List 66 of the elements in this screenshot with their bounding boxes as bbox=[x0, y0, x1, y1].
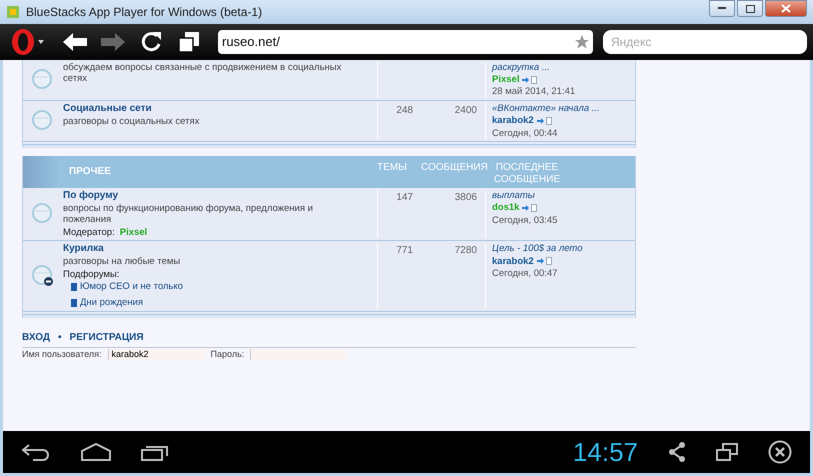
bookmark-star-icon[interactable] bbox=[575, 34, 589, 49]
post-count: 2400 bbox=[454, 104, 477, 116]
share-button[interactable] bbox=[668, 442, 686, 462]
go-to-post-icon[interactable] bbox=[536, 257, 553, 266]
column-heading: СООБЩЕНИЯ bbox=[421, 160, 485, 173]
app-logo-icon bbox=[6, 4, 20, 19]
forum-title-link[interactable]: По форуму bbox=[63, 190, 363, 202]
minimize-button[interactable] bbox=[709, 0, 735, 17]
maximize-icon bbox=[746, 4, 754, 12]
last-post-date: 28 май 2014, 21:41 bbox=[492, 86, 576, 98]
minimize-icon bbox=[718, 7, 726, 10]
separator-dot: • bbox=[58, 332, 62, 343]
password-field[interactable] bbox=[250, 348, 348, 360]
login-link[interactable]: ВХОД bbox=[22, 332, 50, 343]
go-to-post-icon[interactable] bbox=[522, 76, 538, 84]
last-post-author-link[interactable]: karabok2 bbox=[492, 256, 534, 267]
subforum-link[interactable]: Юмор СЕО и не только bbox=[80, 280, 183, 292]
clock-time: 14:57 bbox=[572, 436, 638, 468]
caret-icon bbox=[38, 40, 44, 44]
last-post-topic-link[interactable]: раскрутка ... bbox=[492, 62, 602, 73]
topic-count: 147 bbox=[396, 192, 413, 203]
go-to-post-icon[interactable] bbox=[522, 204, 538, 212]
category-title: ПРОЧЕЕ bbox=[68, 166, 112, 178]
last-post-topic-link[interactable]: Цель - 100$ за лето bbox=[492, 243, 602, 255]
moderator-label: Модератор: bbox=[63, 226, 115, 238]
browser-logo-icon bbox=[10, 28, 36, 56]
recent-apps-button[interactable] bbox=[141, 443, 169, 462]
last-post-date: Сегодня, 00:47 bbox=[492, 268, 558, 280]
window-title: BlueStacks App Player for Windows (beta-1) bbox=[26, 4, 264, 19]
close-app-button[interactable] bbox=[768, 440, 792, 464]
subforum-link[interactable]: Дни рождения bbox=[80, 297, 143, 309]
forum-description: разговоры о социальных сетях bbox=[63, 116, 200, 128]
column-heading: ТЕМЫ bbox=[377, 160, 408, 173]
username-field[interactable]: karabok2 bbox=[108, 348, 205, 360]
topic-count: 248 bbox=[396, 104, 413, 116]
maximize-button[interactable] bbox=[737, 0, 763, 17]
forward-arrow-icon bbox=[101, 32, 125, 52]
post-count: 7280 bbox=[454, 245, 477, 256]
reload-icon bbox=[140, 30, 162, 53]
password-label: Пароль: bbox=[210, 349, 244, 360]
tabs-icon bbox=[179, 32, 199, 52]
last-post-date: Сегодня, 03:45 bbox=[492, 214, 558, 226]
post-count: 3806 bbox=[454, 192, 477, 203]
last-post-date: Сегодня, 00:44 bbox=[492, 128, 558, 139]
search-field[interactable]: Яндекс bbox=[603, 30, 807, 54]
back-button[interactable] bbox=[21, 442, 51, 462]
register-link[interactable]: РЕГИСТРАЦИЯ bbox=[70, 332, 144, 343]
forum-description: вопросы по функционированию форума, предложения и пожелания bbox=[63, 202, 314, 226]
subforums-label: Подфорумы: bbox=[63, 268, 120, 280]
window-button[interactable] bbox=[716, 443, 738, 462]
address-bar[interactable]: ruseo.net/ bbox=[218, 30, 593, 54]
column-heading: ПОСЛЕДНЕЕ СООБЩЕНИЕ bbox=[492, 160, 562, 186]
last-post-topic-link[interactable]: выплаты bbox=[492, 190, 602, 202]
forum-title-link[interactable]: Социальные сети bbox=[63, 102, 363, 115]
forum-description: разговоры на любые темы bbox=[63, 256, 182, 268]
back-arrow-icon bbox=[63, 32, 87, 52]
last-post-topic-link[interactable]: «ВКонтакте» начала ... bbox=[492, 102, 602, 114]
close-button[interactable] bbox=[765, 0, 807, 17]
forum-description: обсуждаем вопросы связанные с продвижением в социальных сетях bbox=[63, 62, 342, 84]
go-to-post-icon[interactable] bbox=[536, 116, 553, 125]
forum-title-link[interactable]: Курилка bbox=[63, 243, 363, 256]
home-button[interactable] bbox=[81, 443, 111, 462]
last-post-author-link[interactable]: karabok2 bbox=[492, 115, 534, 127]
username-label: Имя пользователя: bbox=[22, 349, 102, 360]
close-icon bbox=[781, 4, 791, 13]
topic-count: 771 bbox=[396, 245, 413, 256]
